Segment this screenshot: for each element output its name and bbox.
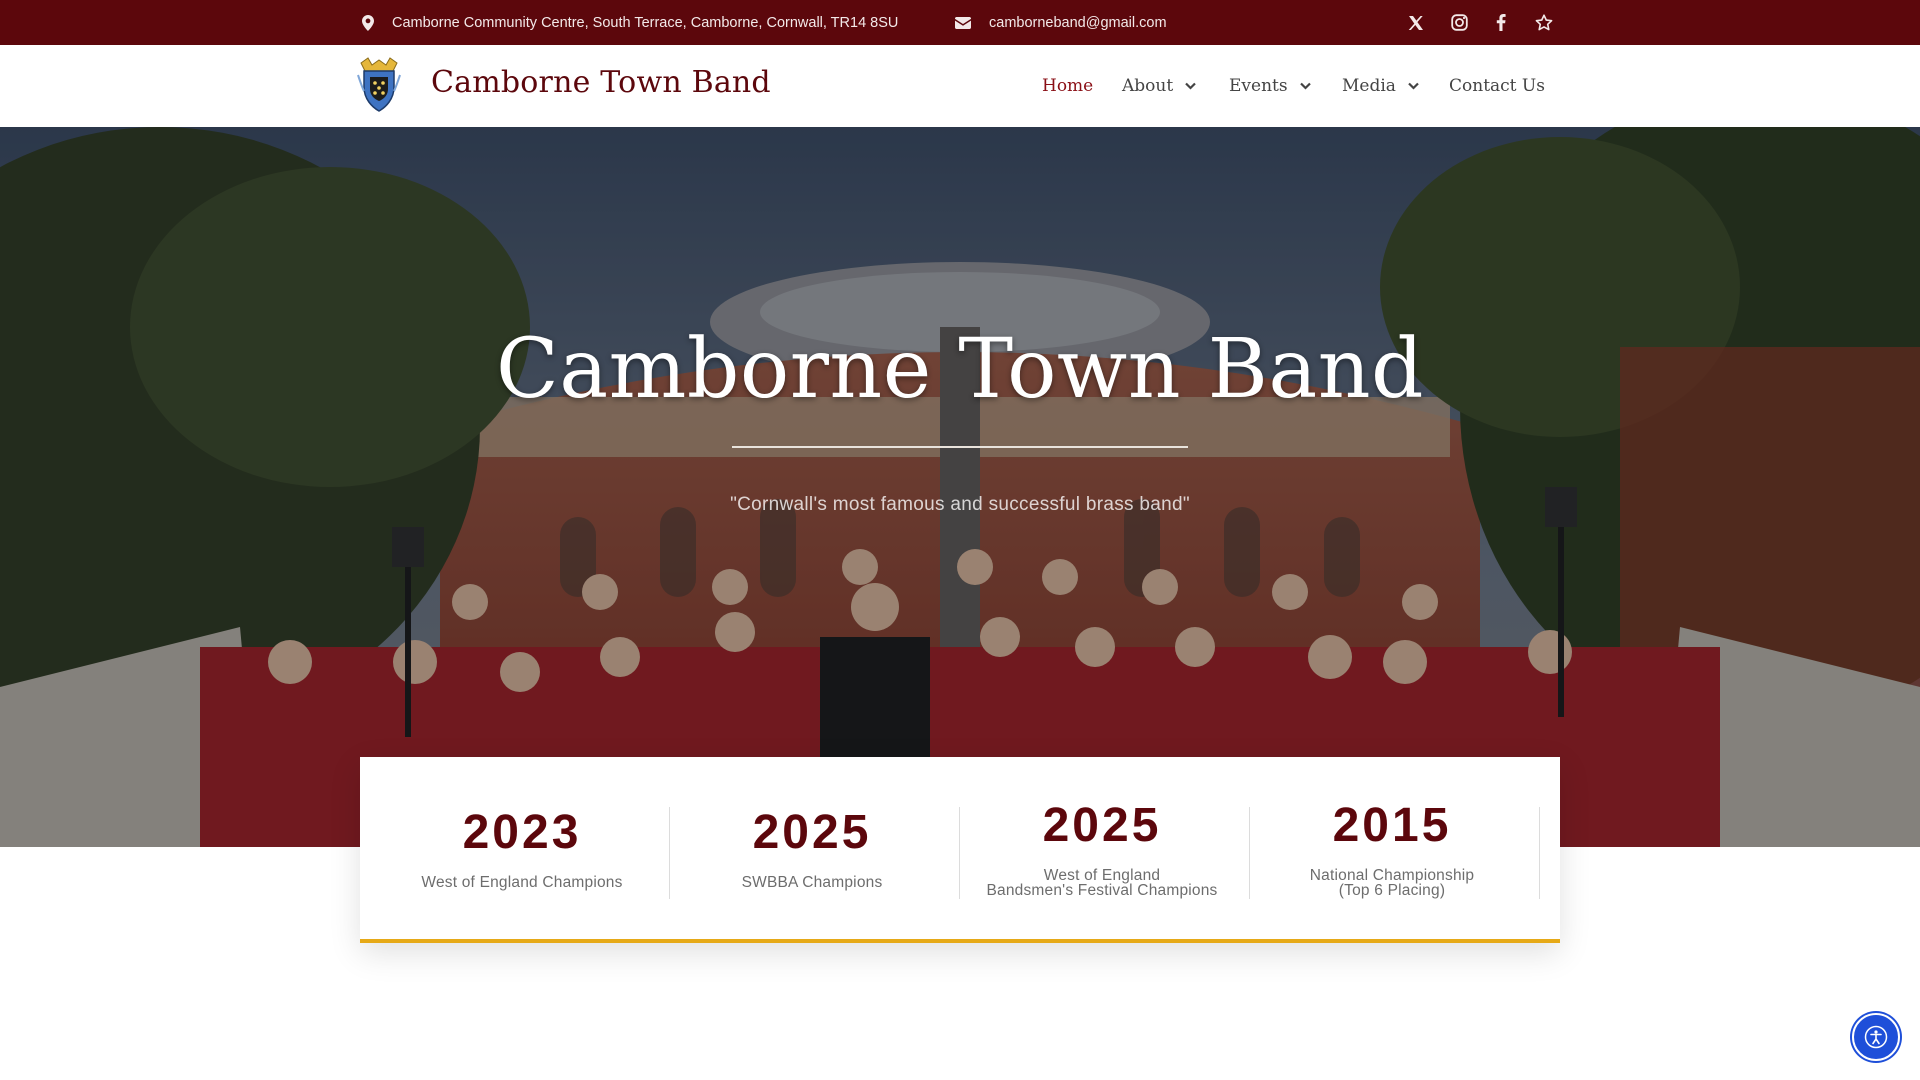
achievement-year: 2015 — [1332, 799, 1452, 852]
x-twitter-link[interactable] — [1401, 0, 1431, 45]
nav-home[interactable]: Home — [1042, 45, 1093, 127]
envelope-icon — [955, 16, 971, 29]
nav-home-label[interactable]: Home — [1042, 76, 1093, 96]
achievement-label: SWBBA Champions — [741, 874, 883, 891]
nav-events[interactable]: Events — [1229, 45, 1311, 127]
divider — [1539, 807, 1540, 899]
accessibility-icon — [1864, 1025, 1888, 1049]
site-header: Camborne Town Band Home About Events Med… — [0, 45, 1920, 128]
nav-about[interactable]: About — [1122, 45, 1196, 127]
nav-events-label[interactable]: Events — [1229, 76, 1288, 96]
site-title[interactable]: Camborne Town Band — [431, 65, 771, 100]
nav-media-label[interactable]: Media — [1342, 76, 1396, 96]
achievement-label: West of England Bandsmen's Festival Cham… — [986, 867, 1218, 899]
band-crest-logo[interactable] — [356, 57, 402, 113]
chevron-down-icon — [1408, 82, 1419, 90]
map-pin-icon — [362, 14, 374, 31]
achievement-label: West of England Champions — [421, 874, 623, 891]
achievements-card: 2023 West of England Champions 2025 SWBB… — [360, 757, 1560, 943]
accessibility-button[interactable] — [1852, 1013, 1900, 1061]
x-twitter-icon — [1408, 15, 1423, 30]
address-text: Camborne Community Centre, South Terrace… — [392, 14, 899, 31]
achievement-year: 2025 — [752, 806, 872, 859]
chevron-down-icon — [1299, 82, 1311, 90]
hero-tagline: "Cornwall's most famous and successful b… — [730, 494, 1190, 515]
facebook-icon — [1496, 14, 1506, 31]
instagram-link[interactable] — [1444, 0, 1474, 45]
star-icon — [1535, 14, 1553, 31]
nav-about-label[interactable]: About — [1122, 76, 1173, 96]
chevron-down-icon — [1185, 82, 1196, 90]
hero-divider — [732, 446, 1188, 448]
hero-title: Camborne Town Band — [495, 322, 1425, 417]
email-item[interactable]: camborneband@gmail.com — [955, 0, 1167, 45]
facebook-link[interactable] — [1486, 0, 1516, 45]
achievement-label: National Championship (Top 6 Placing) — [1309, 867, 1475, 899]
achievement-year: 2023 — [462, 806, 582, 859]
nav-contact-label[interactable]: Contact Us — [1449, 76, 1545, 96]
achievement-item: 2025 SWBBA Champions — [667, 757, 957, 943]
hero-banner: Camborne Town Band "Cornwall's most famo… — [0, 127, 1920, 847]
nav-contact[interactable]: Contact Us — [1449, 45, 1545, 127]
achievement-year: 2025 — [1042, 799, 1162, 852]
address-item: Camborne Community Centre, South Terrace… — [362, 0, 898, 45]
star-link[interactable] — [1529, 0, 1559, 45]
top-bar: Camborne Community Centre, South Terrace… — [0, 0, 1920, 45]
achievement-item: 2015 National Championship (Top 6 Placin… — [1247, 757, 1537, 943]
nav-media[interactable]: Media — [1342, 45, 1419, 127]
achievement-item: 2023 West of England Champions — [377, 757, 667, 943]
hero-overlay — [0, 127, 1920, 847]
achievement-item: 2025 West of England Bandsmen's Festival… — [957, 757, 1247, 943]
instagram-icon — [1450, 14, 1468, 31]
email-link[interactable]: camborneband@gmail.com — [989, 15, 1167, 31]
